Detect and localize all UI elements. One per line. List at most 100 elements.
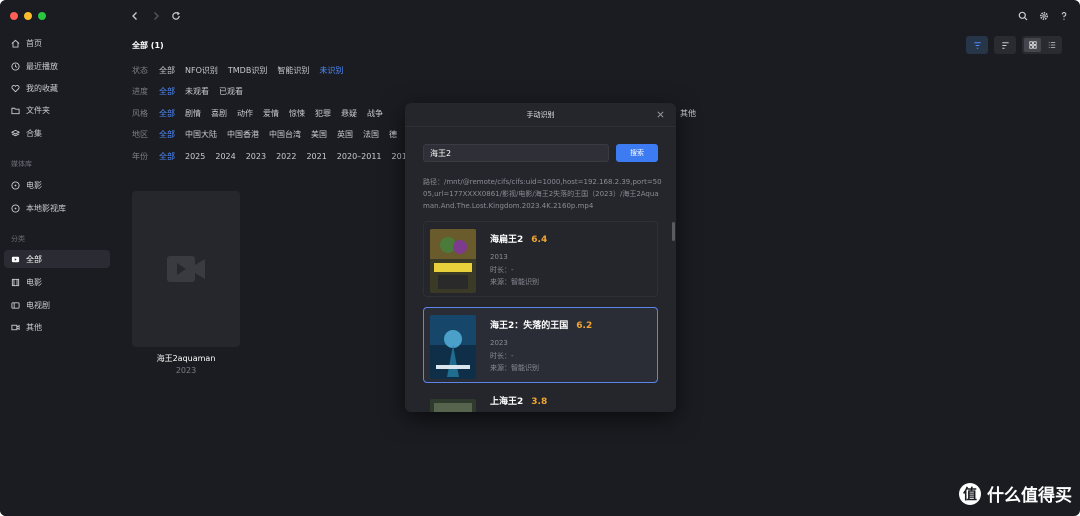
result-year: 2013 — [490, 253, 508, 261]
sidebar-item-other[interactable]: 其他 — [4, 318, 110, 336]
filter-option[interactable]: 德 — [389, 129, 397, 140]
filter-option[interactable]: TMDB识别 — [228, 65, 267, 76]
filter-row-status: 状态 全部 NFO识别 TMDB识别 智能识别 未识别 — [132, 64, 353, 76]
filter-option[interactable]: 战争 — [367, 108, 383, 119]
window-controls — [10, 12, 46, 20]
play-icon — [11, 256, 20, 262]
filter-option[interactable]: 中国台湾 — [269, 129, 301, 140]
sidebar-item-home[interactable]: 首页 — [4, 34, 110, 52]
help-icon — [1061, 12, 1067, 20]
sidebar-item-label: 我的收藏 — [26, 83, 58, 93]
filter-option[interactable]: 2025 — [185, 152, 205, 161]
sidebar-item-tv[interactable]: 电视剧 — [4, 296, 110, 314]
search-button[interactable] — [1017, 10, 1029, 22]
film-reel-icon — [11, 203, 20, 213]
poster-thumbnail — [430, 315, 476, 379]
filter-row-year: 年份 全部 2025 2024 2023 2022 2021 2020–2011… — [132, 150, 422, 162]
sidebar-item-library-local[interactable]: 本地影视库 — [4, 199, 110, 217]
close-icon — [657, 111, 664, 118]
filter-option[interactable]: 爱情 — [263, 108, 279, 119]
filter-option-selected[interactable]: 未识别 — [319, 65, 343, 76]
sort-button[interactable] — [994, 36, 1016, 54]
sidebar-item-label: 其他 — [26, 322, 42, 332]
result-item[interactable]: 上海王2 3.8 — [423, 391, 658, 412]
result-source: 来源：智能识别 — [490, 278, 539, 286]
filter-icon — [973, 41, 981, 49]
filter-option[interactable]: 悬疑 — [341, 108, 357, 119]
heart-icon — [11, 84, 20, 92]
result-score: 6.2 — [576, 321, 593, 331]
minimize-window-button[interactable] — [24, 12, 32, 20]
view-controls — [966, 36, 1062, 54]
help-button[interactable] — [1058, 10, 1070, 22]
dialog-title: 手动识别 — [526, 110, 555, 119]
filter-toggle-button[interactable] — [966, 36, 988, 54]
sidebar-item-label: 电影 — [26, 180, 42, 190]
filter-option[interactable]: 2021 — [306, 152, 326, 161]
back-button[interactable] — [129, 10, 141, 22]
media-card-poster[interactable] — [132, 191, 240, 347]
result-source: 来源：智能识别 — [490, 364, 539, 372]
filter-option[interactable]: 中国香港 — [227, 129, 259, 140]
filter-option[interactable]: 未观看 — [185, 86, 209, 97]
filter-option[interactable]: 剧情 — [185, 108, 201, 119]
manual-identify-dialog: 手动识别 搜索 路径：/mnt/@remote/cifs/cifs:uid=10… — [405, 103, 676, 412]
home-icon — [11, 39, 20, 48]
refresh-icon — [172, 11, 180, 20]
filter-option[interactable]: 惊悚 — [289, 108, 305, 119]
film-reel-icon — [11, 180, 20, 190]
search-input[interactable] — [423, 144, 609, 162]
close-window-button[interactable] — [10, 12, 18, 20]
filter-option[interactable]: 智能识别 — [277, 65, 309, 76]
watermark: 值 什么值得买 — [959, 481, 1072, 506]
filter-option[interactable]: 已观看 — [219, 86, 243, 97]
filter-option[interactable]: 其他 — [680, 108, 696, 119]
filter-option[interactable]: 犯罪 — [315, 108, 331, 119]
filter-option[interactable]: 2023 — [246, 152, 266, 161]
filter-row-genre: 风格 全部 剧情 喜剧 动作 爱情 惊悚 犯罪 悬疑 战争 — [132, 107, 393, 119]
filter-option[interactable]: 法国 — [363, 129, 379, 140]
result-item[interactable]: 海扁王2 6.4 2013 时长：- 来源：智能识别 — [423, 221, 658, 297]
sidebar-item-all[interactable]: 全部 — [4, 250, 110, 268]
filter-option-selected[interactable]: 全部 — [159, 129, 175, 140]
sidebar-item-recent[interactable]: 最近播放 — [4, 57, 110, 75]
filter-option-selected[interactable]: 全部 — [159, 86, 175, 97]
maximize-window-button[interactable] — [38, 12, 46, 20]
sidebar-item-movies[interactable]: 电影 — [4, 273, 110, 291]
filter-option[interactable]: 2024 — [215, 152, 235, 161]
sidebar-item-folders[interactable]: 文件夹 — [4, 101, 110, 119]
result-item-selected[interactable]: 海王2：失落的王国 6.2 2023 时长：- 来源：智能识别 — [423, 307, 658, 383]
results-scrollbar[interactable] — [672, 222, 675, 241]
list-view-button[interactable] — [1043, 38, 1060, 52]
view-mode-toggle — [1022, 36, 1062, 54]
filter-option[interactable]: 2020–2011 — [337, 152, 382, 161]
grid-view-button[interactable] — [1024, 38, 1041, 52]
clock-icon — [11, 61, 20, 71]
filter-option[interactable]: 全部 — [159, 65, 175, 76]
filter-option[interactable]: 动作 — [237, 108, 253, 119]
media-card-title[interactable]: 海王2aquaman — [132, 353, 240, 364]
filter-option[interactable]: 英国 — [337, 129, 353, 140]
result-title: 海王2：失落的王国 — [490, 321, 569, 331]
refresh-button[interactable] — [170, 10, 182, 22]
chevron-left-icon — [132, 12, 137, 20]
filter-option[interactable]: 喜剧 — [211, 108, 227, 119]
forward-button[interactable] — [150, 10, 162, 22]
filter-label: 风格 — [132, 108, 148, 118]
search-results-list: 海扁王2 6.4 2013 时长：- 来源：智能识别 海王2：失落的王国 6.2 2… — [423, 221, 661, 412]
dialog-close-button[interactable] — [656, 110, 665, 119]
section-label-media-library: 媒体库 — [11, 160, 32, 168]
sidebar-item-library-movies[interactable]: 电影 — [4, 176, 110, 194]
filter-option[interactable]: NFO识别 — [185, 65, 218, 76]
filter-option[interactable]: 2022 — [276, 152, 296, 161]
sidebar-item-collections[interactable]: 合集 — [4, 124, 110, 142]
filter-option[interactable]: 美国 — [311, 129, 327, 140]
settings-button[interactable] — [1038, 10, 1050, 22]
filter-option-selected[interactable]: 全部 — [159, 151, 175, 162]
search-button[interactable]: 搜索 — [616, 144, 658, 162]
result-title: 上海王2 — [490, 397, 524, 407]
filter-option[interactable]: 中国大陆 — [185, 129, 217, 140]
sidebar-item-favorites[interactable]: 我的收藏 — [4, 79, 110, 97]
app-window: 首页 最近播放 我的收藏 文件夹 合集 媒体库 电影 本地影视库 分类 全部 电… — [0, 0, 1080, 516]
filter-option-selected[interactable]: 全部 — [159, 108, 175, 119]
